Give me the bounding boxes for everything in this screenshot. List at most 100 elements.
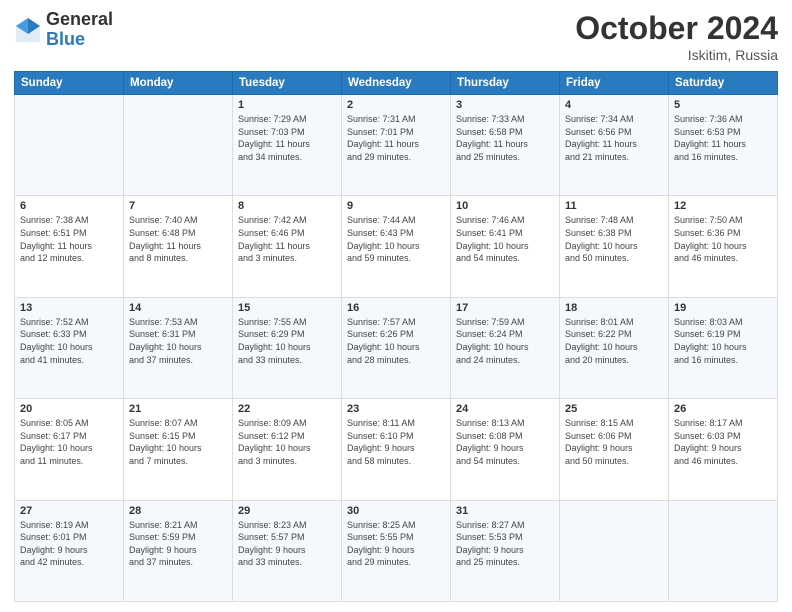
table-row: 17Sunrise: 7:59 AM Sunset: 6:24 PM Dayli…	[451, 297, 560, 398]
day-info: Sunrise: 7:29 AM Sunset: 7:03 PM Dayligh…	[238, 113, 336, 163]
day-number: 3	[456, 99, 554, 111]
day-number: 30	[347, 505, 445, 517]
title-month: October 2024	[575, 10, 778, 47]
calendar-week-2: 6Sunrise: 7:38 AM Sunset: 6:51 PM Daylig…	[15, 196, 778, 297]
calendar-week-5: 27 Sunrise: 8:19 AM Sunset: 6:01 PM Dayli…	[15, 500, 778, 601]
day-number: 24	[456, 403, 554, 415]
day-info: Sunrise: 8:13 AM Sunset: 6:08 PM Dayligh…	[456, 417, 554, 467]
calendar-week-1: 1 Sunrise: 7:29 AM Sunset: 7:03 PM Daylig…	[15, 95, 778, 196]
table-row: 23 Sunrise: 8:11 AM Sunset: 6:10 PM Dayli…	[342, 399, 451, 500]
col-wednesday: Wednesday	[342, 72, 451, 95]
table-row: 11 Sunrise: 7:48 AM Sunset: 6:38 PM Dayli…	[560, 196, 669, 297]
day-number: 31	[456, 505, 554, 517]
day-number: 9	[347, 200, 445, 212]
day-number: 19	[674, 302, 772, 314]
day-info: Sunrise: 8:15 AM Sunset: 6:06 PM Dayligh…	[565, 417, 663, 467]
day-info: Sunrise: 7:46 AM Sunset: 6:41 PM Dayligh…	[456, 214, 554, 264]
day-info: Sunrise: 8:27 AM Sunset: 5:53 PM Dayligh…	[456, 519, 554, 569]
logo: General Blue	[14, 10, 113, 50]
day-number: 1	[238, 99, 336, 111]
table-row: 21 Sunrise: 8:07 AM Sunset: 6:15 PM Dayli…	[124, 399, 233, 500]
table-row: 28Sunrise: 8:21 AM Sunset: 5:59 PM Dayli…	[124, 500, 233, 601]
day-number: 26	[674, 403, 772, 415]
col-thursday: Thursday	[451, 72, 560, 95]
day-info: Sunrise: 7:48 AM Sunset: 6:38 PM Dayligh…	[565, 214, 663, 264]
day-info: Sunrise: 7:53 AM Sunset: 6:31 PM Dayligh…	[129, 316, 227, 366]
day-number: 12	[674, 200, 772, 212]
day-info: Sunrise: 8:07 AM Sunset: 6:15 PM Dayligh…	[129, 417, 227, 467]
day-number: 10	[456, 200, 554, 212]
table-row: 8 Sunrise: 7:42 AM Sunset: 6:46 PM Daylig…	[233, 196, 342, 297]
table-row: 25 Sunrise: 8:15 AM Sunset: 6:06 PM Dayli…	[560, 399, 669, 500]
day-info: Sunrise: 8:21 AM Sunset: 5:59 PM Dayligh…	[129, 519, 227, 569]
day-info: Sunrise: 8:03 AM Sunset: 6:19 PM Dayligh…	[674, 316, 772, 366]
day-number: 20	[20, 403, 118, 415]
table-row: 3Sunrise: 7:33 AM Sunset: 6:58 PM Daylig…	[451, 95, 560, 196]
day-info: Sunrise: 7:34 AM Sunset: 6:56 PM Dayligh…	[565, 113, 663, 163]
day-info: Sunrise: 7:42 AM Sunset: 6:46 PM Dayligh…	[238, 214, 336, 264]
col-monday: Monday	[124, 72, 233, 95]
day-info: Sunrise: 7:57 AM Sunset: 6:26 PM Dayligh…	[347, 316, 445, 366]
day-info: Sunrise: 8:25 AM Sunset: 5:55 PM Dayligh…	[347, 519, 445, 569]
table-row: 24 Sunrise: 8:13 AM Sunset: 6:08 PM Dayli…	[451, 399, 560, 500]
calendar-header: Sunday Monday Tuesday Wednesday Thursday…	[15, 72, 778, 95]
day-info: Sunrise: 8:11 AM Sunset: 6:10 PM Dayligh…	[347, 417, 445, 467]
day-info: Sunrise: 8:23 AM Sunset: 5:57 PM Dayligh…	[238, 519, 336, 569]
table-row: 10 Sunrise: 7:46 AM Sunset: 6:41 PM Dayli…	[451, 196, 560, 297]
col-sunday: Sunday	[15, 72, 124, 95]
day-info: Sunrise: 7:55 AM Sunset: 6:29 PM Dayligh…	[238, 316, 336, 366]
day-info: Sunrise: 7:59 AM Sunset: 6:24 PM Dayligh…	[456, 316, 554, 366]
table-row: 9 Sunrise: 7:44 AM Sunset: 6:43 PM Daylig…	[342, 196, 451, 297]
table-row	[560, 500, 669, 601]
table-row: 16 Sunrise: 7:57 AM Sunset: 6:26 PM Dayli…	[342, 297, 451, 398]
day-number: 23	[347, 403, 445, 415]
day-number: 18	[565, 302, 663, 314]
table-row: 22 Sunrise: 8:09 AM Sunset: 6:12 PM Dayli…	[233, 399, 342, 500]
day-info: Sunrise: 7:40 AM Sunset: 6:48 PM Dayligh…	[129, 214, 227, 264]
day-info: Sunrise: 8:19 AM Sunset: 6:01 PM Dayligh…	[20, 519, 118, 569]
page: General Blue October 2024 Iskitim, Russi…	[0, 0, 792, 612]
col-friday: Friday	[560, 72, 669, 95]
table-row: 5Sunrise: 7:36 AM Sunset: 6:53 PM Daylig…	[669, 95, 778, 196]
logo-general-text: General	[46, 10, 113, 30]
table-row	[669, 500, 778, 601]
day-info: Sunrise: 7:44 AM Sunset: 6:43 PM Dayligh…	[347, 214, 445, 264]
table-row: 19 Sunrise: 8:03 AM Sunset: 6:19 PM Dayli…	[669, 297, 778, 398]
table-row: 13Sunrise: 7:52 AM Sunset: 6:33 PM Dayli…	[15, 297, 124, 398]
day-number: 8	[238, 200, 336, 212]
day-number: 25	[565, 403, 663, 415]
day-number: 21	[129, 403, 227, 415]
calendar-week-4: 20 Sunrise: 8:05 AM Sunset: 6:17 PM Dayli…	[15, 399, 778, 500]
table-row: 12Sunrise: 7:50 AM Sunset: 6:36 PM Dayli…	[669, 196, 778, 297]
header-row: Sunday Monday Tuesday Wednesday Thursday…	[15, 72, 778, 95]
table-row: 30 Sunrise: 8:25 AM Sunset: 5:55 PM Dayli…	[342, 500, 451, 601]
calendar-week-3: 13Sunrise: 7:52 AM Sunset: 6:33 PM Dayli…	[15, 297, 778, 398]
title-location: Iskitim, Russia	[575, 47, 778, 63]
day-info: Sunrise: 7:31 AM Sunset: 7:01 PM Dayligh…	[347, 113, 445, 163]
day-number: 2	[347, 99, 445, 111]
header: General Blue October 2024 Iskitim, Russi…	[14, 10, 778, 63]
day-number: 14	[129, 302, 227, 314]
day-number: 29	[238, 505, 336, 517]
day-number: 6	[20, 200, 118, 212]
col-saturday: Saturday	[669, 72, 778, 95]
day-number: 4	[565, 99, 663, 111]
day-number: 27	[20, 505, 118, 517]
day-info: Sunrise: 8:17 AM Sunset: 6:03 PM Dayligh…	[674, 417, 772, 467]
table-row: 27 Sunrise: 8:19 AM Sunset: 6:01 PM Dayli…	[15, 500, 124, 601]
day-number: 22	[238, 403, 336, 415]
table-row	[124, 95, 233, 196]
table-row: 15 Sunrise: 7:55 AM Sunset: 6:29 PM Dayli…	[233, 297, 342, 398]
day-number: 15	[238, 302, 336, 314]
calendar-body: 1 Sunrise: 7:29 AM Sunset: 7:03 PM Daylig…	[15, 95, 778, 602]
day-number: 5	[674, 99, 772, 111]
calendar-table: Sunday Monday Tuesday Wednesday Thursday…	[14, 71, 778, 602]
day-number: 16	[347, 302, 445, 314]
table-row: 2 Sunrise: 7:31 AM Sunset: 7:01 PM Daylig…	[342, 95, 451, 196]
day-info: Sunrise: 8:09 AM Sunset: 6:12 PM Dayligh…	[238, 417, 336, 467]
day-info: Sunrise: 8:05 AM Sunset: 6:17 PM Dayligh…	[20, 417, 118, 467]
day-info: Sunrise: 8:01 AM Sunset: 6:22 PM Dayligh…	[565, 316, 663, 366]
day-number: 11	[565, 200, 663, 212]
table-row: 18 Sunrise: 8:01 AM Sunset: 6:22 PM Dayli…	[560, 297, 669, 398]
table-row: 29 Sunrise: 8:23 AM Sunset: 5:57 PM Dayli…	[233, 500, 342, 601]
